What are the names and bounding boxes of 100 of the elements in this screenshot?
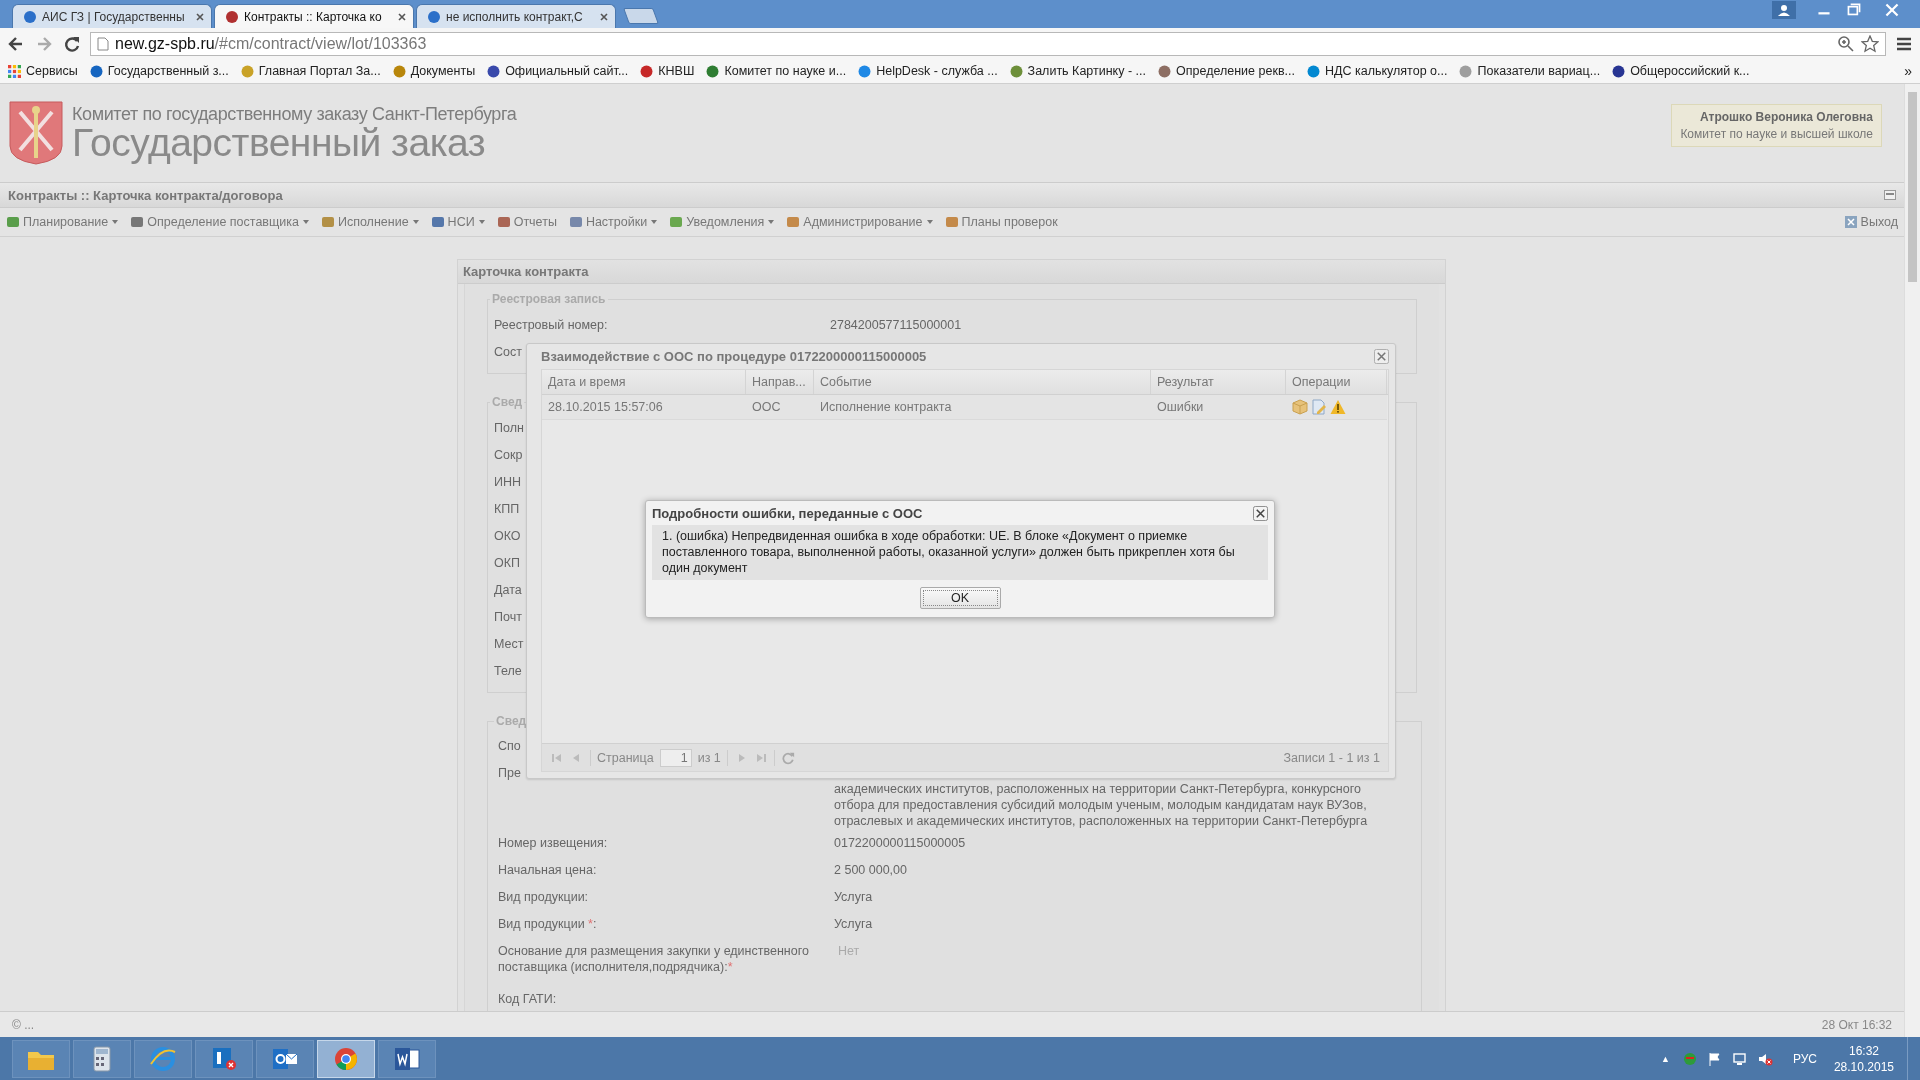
column-header[interactable]: Дата и время [542, 370, 746, 394]
scrollbar[interactable] [1904, 84, 1920, 1037]
menu-item[interactable]: Планирование [6, 215, 119, 229]
column-header[interactable]: Направ... [746, 370, 814, 394]
field-label: Вид продукции *: [498, 917, 597, 931]
field-label: Сокр [494, 448, 523, 462]
field-value: 2 500 000,00 [834, 862, 907, 878]
field-value: Услуга [834, 889, 873, 905]
flag-icon[interactable] [1706, 1050, 1723, 1067]
field-label: Сост [494, 345, 522, 359]
bookmark-icon [392, 64, 406, 78]
zoom-icon[interactable] [1837, 34, 1855, 53]
clock[interactable]: 16:32 28.10.2015 [1833, 1042, 1894, 1075]
menu-item[interactable]: Уведомления [669, 215, 775, 229]
bookmark-icon [1306, 64, 1320, 78]
network-icon[interactable] [1731, 1050, 1748, 1067]
bookmark-link[interactable]: НДС калькулятор о... [1306, 64, 1448, 78]
apps-grid-icon [8, 64, 21, 78]
field-label: Почт [494, 610, 522, 624]
refresh-icon[interactable] [780, 750, 795, 765]
logout-button[interactable]: Выход [1843, 215, 1898, 229]
bookmark-icon [1459, 64, 1473, 78]
menu-item[interactable]: Администрирование [786, 215, 933, 229]
bookmark-link[interactable]: Показатели вариац... [1459, 64, 1601, 78]
page-label: Страница [597, 750, 654, 765]
show-hidden-icons-button[interactable]: ▲ [1661, 1053, 1670, 1064]
error-message: 1. (ошибка) Непредвиденная ошибка в ходе обработки: UE. В блоке «Документ о приемке поставленного товара, выполненной работы, оказанной услуги» должен быть прикреплен хотя бы один документ [662, 528, 1236, 576]
taskbar-button[interactable] [378, 1039, 436, 1078]
menu-item[interactable]: Определение поставщика [130, 215, 309, 229]
close-icon[interactable] [1374, 349, 1389, 364]
favicon-icon [23, 9, 37, 24]
taskbar-button[interactable] [195, 1039, 253, 1078]
bookmark-link[interactable]: Официальный сайт... [487, 64, 629, 78]
menu-item[interactable]: Планы проверок [944, 215, 1058, 229]
field-label: Полн [494, 421, 524, 435]
bookmark-icon [706, 64, 720, 78]
bookmark-link[interactable]: Определение рекв... [1158, 64, 1295, 78]
grid-row[interactable]: 28.10.2015 15:57:06 ООС Исполнение контракта Ошибки [542, 395, 1387, 420]
menu-item[interactable]: Настройки [568, 215, 658, 229]
field-label: Основание для размещения закупки у единственного поставщика (исполнителя,подрядчика):* [498, 944, 809, 974]
field-label: ИНН [494, 475, 522, 489]
scrollbar-thumb[interactable] [1908, 92, 1917, 282]
bookmark-icon [1612, 64, 1626, 78]
field-label: ОКО [494, 529, 521, 543]
field-label: Реестровый номер: [494, 318, 608, 332]
close-icon[interactable] [195, 11, 205, 22]
more-bookmarks-button[interactable]: » [1904, 63, 1912, 79]
bookmark-icon [1009, 64, 1023, 78]
field-label: Дата [494, 583, 522, 597]
records-count: Записи 1 - 1 из 1 [1283, 750, 1380, 765]
column-header[interactable]: Операции [1286, 370, 1387, 394]
bookmark-link[interactable]: Общероссийский к... [1612, 64, 1750, 78]
bookmark-link[interactable]: Сервисы [8, 64, 78, 78]
taskbar-button[interactable] [256, 1039, 314, 1078]
warning-icon[interactable] [1330, 399, 1346, 415]
column-header[interactable]: Результат [1151, 370, 1286, 394]
close-icon[interactable] [397, 11, 407, 22]
field-label: Теле [494, 664, 522, 678]
package-icon[interactable] [1292, 399, 1308, 415]
taskbar-button[interactable] [12, 1039, 70, 1078]
column-header[interactable]: Событие [814, 370, 1151, 394]
taskbar-button[interactable] [73, 1039, 131, 1078]
page-number-field[interactable]: 1 [659, 748, 692, 767]
bookmark-link[interactable]: КНВШ [640, 64, 695, 78]
browser-tab[interactable]: не исполнить контракт,С [416, 4, 616, 28]
user-icon[interactable] [1772, 0, 1796, 20]
table-cell-text: ООС [751, 399, 782, 416]
bookmark-link[interactable]: HelpDesk - служба ... [858, 64, 998, 78]
browser-tab[interactable]: Контракты :: Карточка ко [214, 4, 414, 28]
language-indicator[interactable]: РУС [1792, 1051, 1817, 1066]
bookmark-link[interactable]: Комитет по науке и... [706, 64, 847, 78]
browser-tab[interactable]: АИС ГЗ | Государственны [12, 4, 212, 28]
star-icon[interactable] [1861, 34, 1879, 53]
user-department: Комитет по науке и высшей школе [1680, 126, 1873, 141]
bookmark-icon [858, 64, 872, 78]
bookmark-link[interactable]: Главная Портал За... [240, 64, 381, 78]
page-count: из 1 [697, 750, 721, 765]
address-field[interactable]: new.gz-spb.ru/#cm/contract/view/lot/103363 [90, 31, 1886, 56]
new-tab-button[interactable] [623, 8, 659, 24]
menu-item[interactable]: НСИ [430, 215, 485, 229]
table-cell-text: Исполнение контракта [819, 399, 953, 416]
bookmark-icon [640, 64, 654, 78]
bookmark-link[interactable]: Документы [392, 64, 476, 78]
field-label: КПП [494, 502, 520, 516]
menu-item[interactable]: Исполнение [320, 215, 419, 229]
menu-item[interactable]: Отчеты [496, 215, 557, 229]
field-label: Вид продукции: [498, 890, 589, 904]
collapse-icon[interactable] [1884, 190, 1896, 200]
exit-icon [1843, 215, 1858, 229]
status-text: © ... [12, 1017, 35, 1032]
bookmark-link[interactable]: Залить Картинку - ... [1009, 64, 1146, 78]
dialog-title: Взаимодействие с ООС по процедуре 0172200000115000005 [541, 349, 927, 364]
ok-button[interactable]: OK [919, 587, 1001, 609]
user-name: Атрошко Вероника Олеговна [1700, 109, 1873, 124]
close-icon[interactable] [599, 11, 609, 22]
close-icon[interactable] [1253, 505, 1268, 521]
status-datetime: 28 Окт 16:32 [1821, 1017, 1892, 1032]
bookmark-link[interactable]: Государственный з... [89, 64, 229, 78]
field-label: Начальная цена: [498, 863, 597, 877]
field-value: академических институтов, расположенных на территории Санкт-Петербурга, конкурсного отбора для предоставления субсидий молодым ученым, молодым кандидатам наук ВУЗов, отраслевых и академических институтов, расположенных на территории Санкт-Петербурга [834, 781, 1369, 829]
